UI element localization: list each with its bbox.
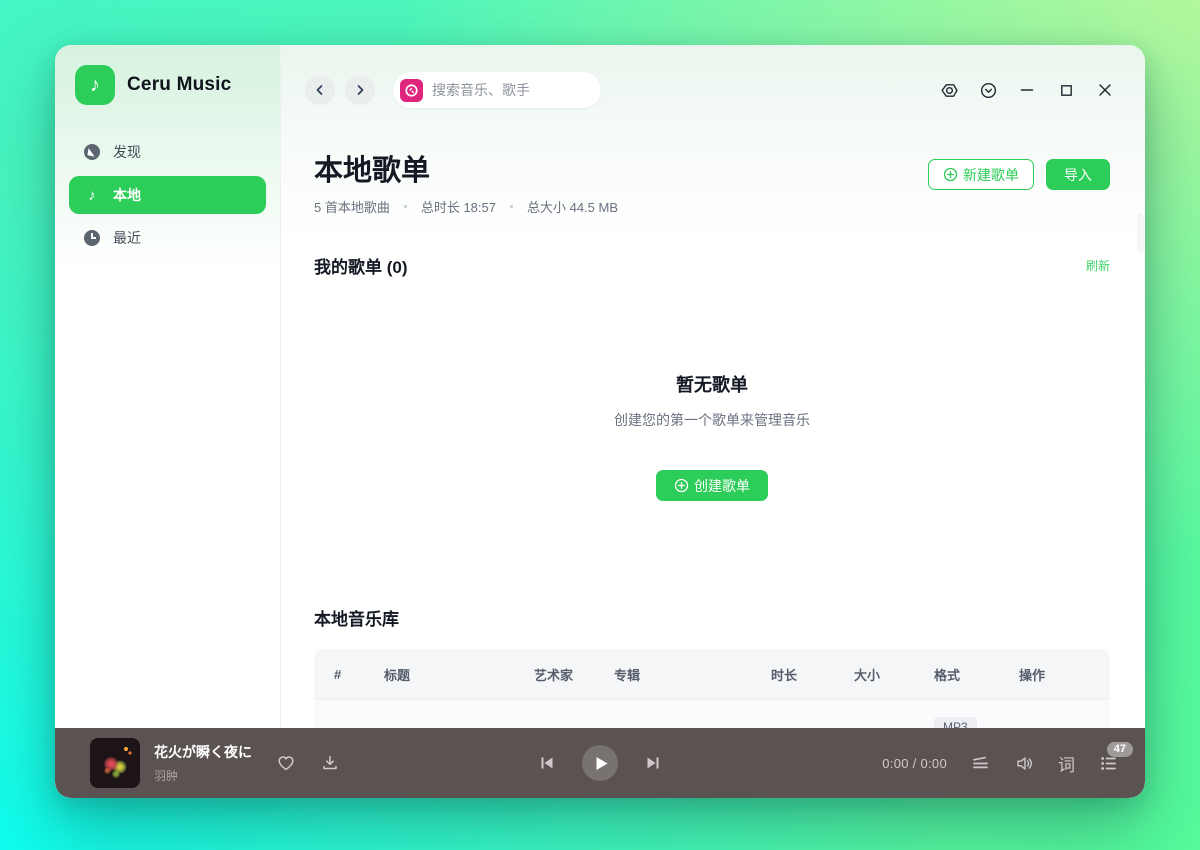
lyrics-button[interactable]: 词: [1058, 751, 1075, 776]
plus-circle-icon: [943, 167, 958, 182]
play-button[interactable]: [582, 745, 618, 781]
app-window: ♪ Ceru Music 发现 ♪ 本地 最近: [55, 45, 1145, 798]
sidebar-item-recent[interactable]: 最近: [69, 219, 266, 257]
volume-button[interactable]: [1014, 753, 1035, 774]
app-logo-row: ♪ Ceru Music: [55, 65, 280, 105]
stat-total-size: 总大小 44.5 MB: [527, 197, 618, 216]
sidebar-nav: 发现 ♪ 本地 最近: [55, 133, 280, 257]
speaker-icon: [1014, 753, 1035, 774]
column-header-duration: 时长: [771, 665, 854, 684]
track-artist: 羽肿: [154, 767, 266, 784]
download-icon: [320, 753, 340, 773]
sidebar-item-discover[interactable]: 发现: [69, 133, 266, 171]
dot-separator: [510, 205, 513, 208]
playback-time: 0:00 / 0:00: [882, 756, 947, 771]
local-library-title: 本地音乐库: [314, 605, 1110, 630]
search-input[interactable]: [432, 82, 613, 98]
queue-count-badge: 47: [1107, 742, 1133, 757]
player-bar: 花火が瞬く夜に 羽肿: [55, 728, 1145, 798]
minimize-button[interactable]: [1017, 80, 1037, 100]
page-title: 本地歌单: [314, 155, 618, 188]
heart-icon: [276, 753, 296, 773]
play-order-icon: [970, 753, 991, 774]
my-playlists-title: 我的歌单 (0): [314, 253, 408, 278]
plus-circle-icon: [674, 478, 689, 493]
play-icon: [594, 756, 609, 771]
skip-previous-icon: [538, 754, 556, 772]
lyrics-icon: 词: [1058, 751, 1075, 776]
maximize-icon: [1059, 83, 1074, 98]
app-title: Ceru Music: [127, 74, 231, 96]
minimize-icon: [1019, 82, 1035, 98]
new-playlist-button[interactable]: 新建歌单: [928, 159, 1034, 190]
play-mode-button[interactable]: [970, 753, 991, 774]
format-badge: MP3: [934, 717, 977, 728]
main-content: 本地歌单 5 首本地歌曲 总时长 18:57 总大小 44.5 MB: [281, 135, 1145, 728]
column-header-format: 格式: [934, 665, 1019, 684]
compass-icon: [83, 143, 101, 161]
circle-chevron-down-icon: [979, 81, 998, 100]
skip-next-icon: [644, 754, 662, 772]
create-playlist-button[interactable]: 创建歌单: [656, 470, 768, 501]
refresh-button[interactable]: 刷新: [1086, 257, 1110, 274]
empty-state-subtitle: 创建您的第一个歌单来管理音乐: [314, 410, 1110, 430]
column-header-actions: 操作: [1019, 665, 1110, 684]
nav-forward-button[interactable]: [345, 75, 375, 105]
table-header-row: # 标题 艺术家 专辑 时长 大小 格式 操作: [314, 649, 1110, 699]
stat-total-duration: 总时长 18:57: [421, 197, 496, 216]
close-button[interactable]: [1095, 80, 1115, 100]
column-header-title: 标题: [384, 665, 534, 684]
chevron-left-icon: [314, 84, 326, 96]
settings-button[interactable]: [939, 80, 959, 100]
update-check-button[interactable]: [978, 80, 998, 100]
library-stats: 5 首本地歌曲 总时长 18:57 总大小 44.5 MB: [314, 197, 618, 216]
next-track-button[interactable]: [644, 754, 662, 772]
empty-playlists-state: 暂无歌单 创建您的第一个歌单来管理音乐 创建歌单: [314, 371, 1110, 501]
gear-icon: [940, 81, 959, 100]
table-row[interactable]: MP3: [314, 699, 1110, 728]
import-button[interactable]: 导入: [1046, 159, 1110, 190]
music-note-icon: ♪: [83, 186, 101, 204]
album-art[interactable]: [90, 738, 140, 788]
nav-back-button[interactable]: [305, 75, 335, 105]
clock-icon: [83, 229, 101, 247]
sidebar-item-label: 本地: [113, 185, 141, 205]
favorite-button[interactable]: [276, 753, 296, 773]
music-source-icon[interactable]: [400, 79, 423, 102]
topbar: [281, 45, 1145, 135]
import-label: 导入: [1064, 165, 1092, 185]
track-title: 花火が瞬く夜に: [154, 742, 266, 762]
column-header-index: #: [334, 667, 384, 682]
sidebar: ♪ Ceru Music 发现 ♪ 本地 最近: [55, 45, 281, 728]
previous-track-button[interactable]: [538, 754, 556, 772]
app-logo-icon: ♪: [75, 65, 115, 105]
stat-song-count: 5 首本地歌曲: [314, 197, 390, 216]
column-header-size: 大小: [854, 665, 934, 684]
column-header-album: 专辑: [614, 665, 771, 684]
library-table: # 标题 艺术家 专辑 时长 大小 格式 操作 MP3: [314, 649, 1110, 728]
sidebar-item-label: 最近: [113, 228, 141, 248]
chevron-right-icon: [354, 84, 366, 96]
column-header-artist: 艺术家: [534, 665, 614, 684]
dot-separator: [404, 205, 407, 208]
search-bar[interactable]: [393, 72, 601, 108]
close-icon: [1097, 82, 1113, 98]
sidebar-item-local[interactable]: ♪ 本地: [69, 176, 266, 214]
scrollbar[interactable]: [1137, 213, 1144, 253]
create-playlist-label: 创建歌单: [694, 476, 750, 496]
kugou-logo-icon: [404, 83, 419, 98]
empty-state-title: 暂无歌单: [314, 371, 1110, 397]
maximize-button[interactable]: [1056, 80, 1076, 100]
download-button[interactable]: [320, 753, 340, 773]
new-playlist-label: 新建歌单: [963, 165, 1019, 185]
sidebar-item-label: 发现: [113, 142, 141, 162]
